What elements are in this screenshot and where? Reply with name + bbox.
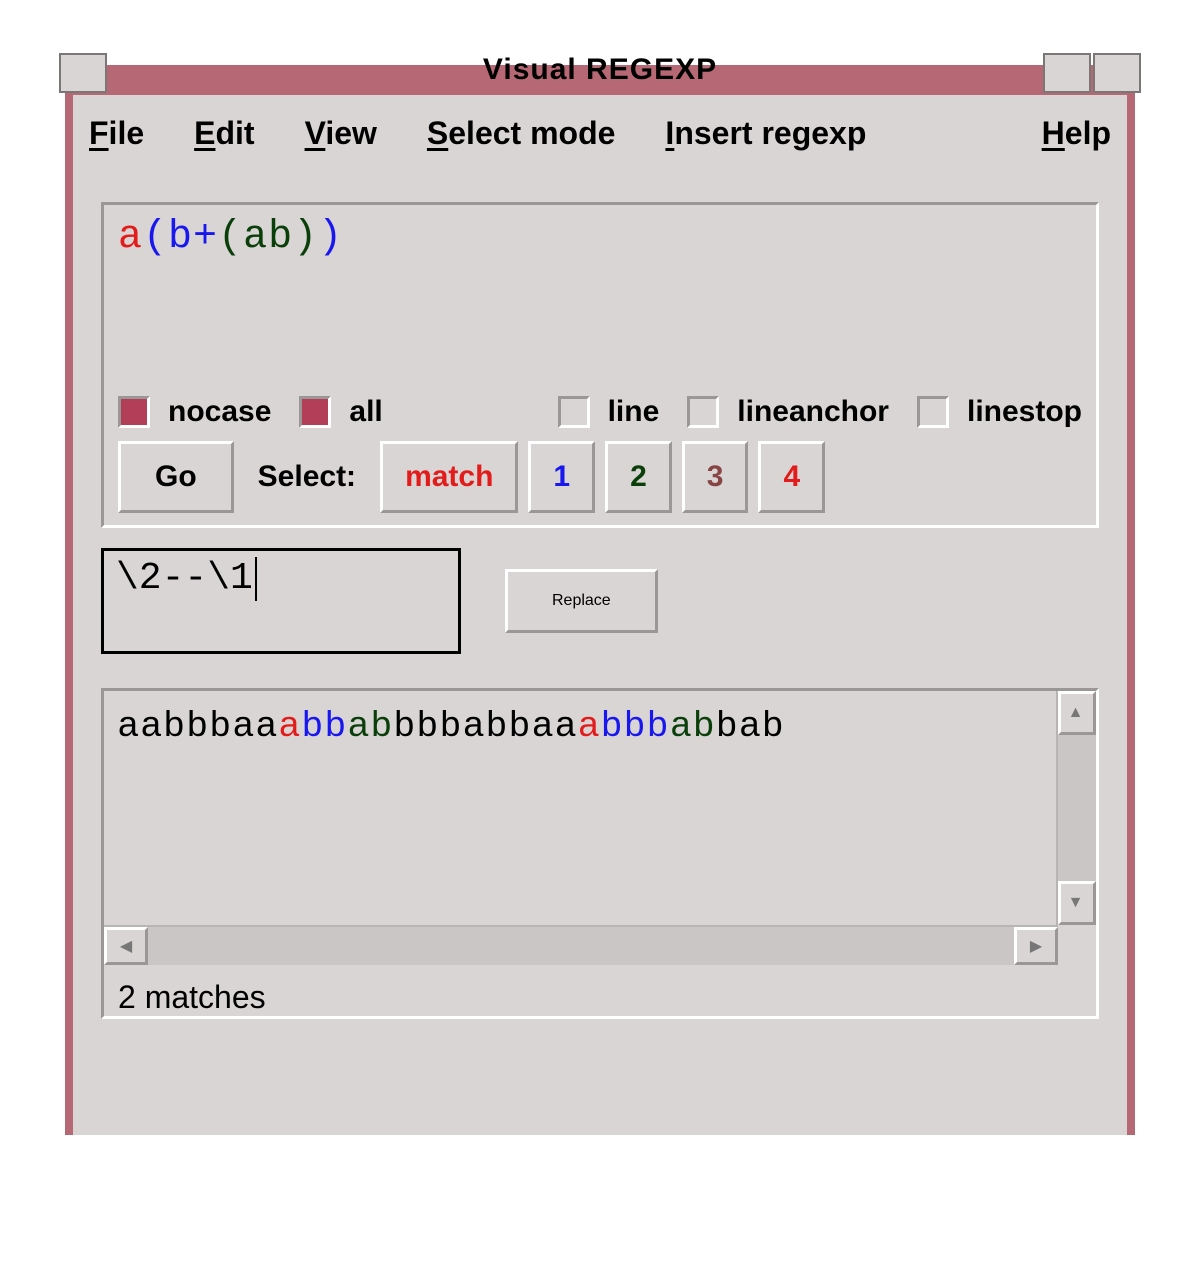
replace-row: \2--\1 Replace bbox=[101, 548, 1099, 654]
flags-row: nocase all line lineanchor linestop bbox=[104, 395, 1096, 441]
scroll-down-icon[interactable]: ▼ bbox=[1058, 881, 1096, 925]
minimize-button[interactable] bbox=[1043, 53, 1091, 93]
label-linestop: linestop bbox=[967, 395, 1082, 429]
menu-file[interactable]: File bbox=[89, 115, 144, 152]
sample-text[interactable]: aabbbaaabbabbbbabbaaabbbabbab bbox=[104, 691, 1058, 925]
label-lineanchor: lineanchor bbox=[737, 395, 889, 429]
action-row: Go Select: match1234 bbox=[104, 441, 1096, 525]
status-text: 2 matches bbox=[104, 965, 1096, 1016]
select-button-match[interactable]: match bbox=[380, 441, 518, 513]
menu-select-mode[interactable]: Select mode bbox=[427, 115, 616, 152]
checkbox-all[interactable] bbox=[299, 396, 331, 428]
window-menu-button[interactable] bbox=[59, 53, 107, 93]
select-buttons: match1234 bbox=[380, 441, 825, 513]
menu-help[interactable]: Help bbox=[1042, 115, 1111, 152]
maximize-button[interactable] bbox=[1093, 53, 1141, 93]
sample-panel: aabbbaaabbabbbbabbaaabbbabbab ▲ ▼ ◀ ▶ 2 … bbox=[101, 688, 1099, 1019]
text-cursor bbox=[255, 557, 257, 601]
titlebar: Visual REGEXP bbox=[65, 65, 1135, 95]
window-title: Visual REGEXP bbox=[483, 53, 717, 86]
replace-value: \2--\1 bbox=[116, 557, 253, 600]
regex-panel: a(b+(ab)) nocase all line lineanchor lin… bbox=[101, 202, 1099, 528]
label-nocase: nocase bbox=[168, 395, 271, 429]
window-body: File Edit View Select mode Insert regexp… bbox=[73, 95, 1127, 1135]
replace-input[interactable]: \2--\1 bbox=[101, 548, 461, 654]
select-button-3[interactable]: 3 bbox=[682, 441, 749, 513]
vertical-scrollbar[interactable]: ▲ ▼ bbox=[1058, 691, 1096, 925]
select-label: Select: bbox=[258, 460, 356, 494]
select-button-2[interactable]: 2 bbox=[605, 441, 672, 513]
checkbox-line[interactable] bbox=[558, 396, 590, 428]
select-button-4[interactable]: 4 bbox=[758, 441, 825, 513]
go-button[interactable]: Go bbox=[118, 441, 234, 513]
checkbox-nocase[interactable] bbox=[118, 396, 150, 428]
select-button-1[interactable]: 1 bbox=[528, 441, 595, 513]
regex-input[interactable]: a(b+(ab)) bbox=[104, 205, 1096, 395]
scroll-right-icon[interactable]: ▶ bbox=[1014, 927, 1058, 965]
menu-view[interactable]: View bbox=[305, 115, 377, 152]
checkbox-linestop[interactable] bbox=[917, 396, 949, 428]
label-all: all bbox=[349, 395, 382, 429]
menubar: File Edit View Select mode Insert regexp… bbox=[73, 95, 1127, 172]
horizontal-scrollbar[interactable]: ◀ ▶ bbox=[104, 925, 1058, 965]
label-line: line bbox=[608, 395, 660, 429]
menu-insert-regexp[interactable]: Insert regexp bbox=[665, 115, 866, 152]
scroll-up-icon[interactable]: ▲ bbox=[1058, 691, 1096, 735]
scroll-track-h[interactable] bbox=[148, 927, 1014, 965]
menu-edit[interactable]: Edit bbox=[194, 115, 254, 152]
checkbox-lineanchor[interactable] bbox=[687, 396, 719, 428]
scroll-track[interactable] bbox=[1058, 735, 1096, 881]
scroll-left-icon[interactable]: ◀ bbox=[104, 927, 148, 965]
replace-button[interactable]: Replace bbox=[505, 569, 658, 633]
